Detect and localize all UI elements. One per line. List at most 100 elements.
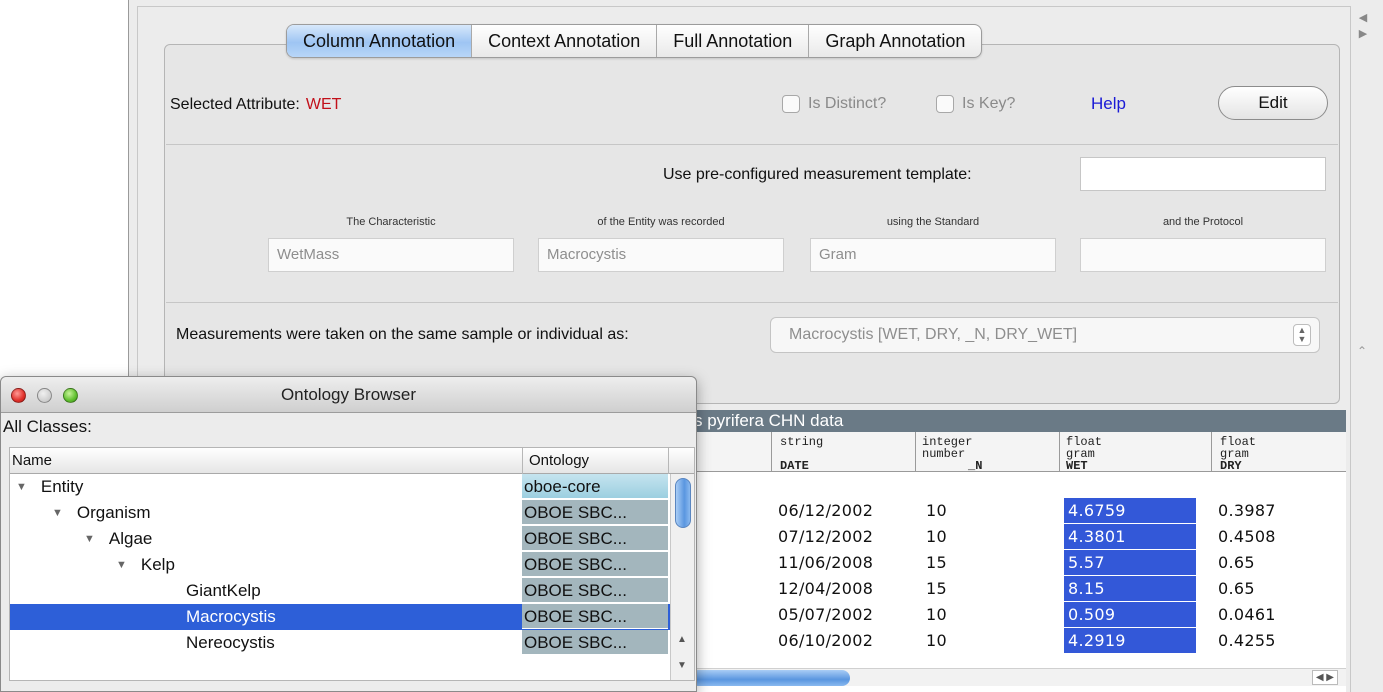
- tree-node-label: Algae: [108, 529, 153, 548]
- measurements-select[interactable]: Macrocystis [WET, DRY, _N, DRY_WET] ▲ ▼: [770, 317, 1320, 353]
- column-header-dry[interactable]: float gram DRY: [1212, 432, 1346, 472]
- tab-graph-annotation[interactable]: Graph Annotation: [809, 25, 981, 57]
- column-unit: number: [922, 447, 966, 461]
- dry-cell[interactable]: 0.65: [1218, 550, 1255, 575]
- wet-cell[interactable]: 4.6759: [1064, 498, 1196, 523]
- tab-context-annotation[interactable]: Context Annotation: [472, 25, 658, 57]
- scroll-thumb[interactable]: [690, 670, 850, 686]
- ontology-table-header: Name Ontology: [10, 448, 694, 474]
- tree-row-kelp[interactable]: ▼ Kelp OBOE SBC...: [10, 552, 670, 578]
- triangle-down-icon[interactable]: ▼: [116, 559, 127, 571]
- triangle-down-icon[interactable]: ▼: [16, 481, 27, 493]
- is-distinct-option[interactable]: Is Distinct?: [782, 95, 886, 113]
- name-column-header[interactable]: Name: [12, 452, 52, 469]
- data-table-horizontal-scrollbar[interactable]: ◀ ▶: [690, 668, 1346, 686]
- tree-row-nereocystis[interactable]: Nereocystis OBOE SBC...: [10, 630, 670, 656]
- table-row[interactable]: 11/06/2008 15 5.57 0.65: [690, 550, 1346, 575]
- table-row[interactable]: 05/07/2002 10 0.509 0.0461: [690, 602, 1346, 627]
- date-cell[interactable]: 12/04/2008: [778, 576, 873, 601]
- tab-column-annotation[interactable]: Column Annotation: [287, 25, 473, 57]
- is-distinct-checkbox[interactable]: [782, 95, 800, 113]
- ontology-cell: OBOE SBC...: [522, 578, 668, 603]
- n-cell[interactable]: 10: [926, 628, 947, 653]
- date-cell[interactable]: 06/10/2002: [778, 628, 873, 653]
- ontology-cell: OBOE SBC...: [522, 630, 668, 655]
- is-key-option[interactable]: Is Key?: [936, 95, 1015, 113]
- tree-node: ▼ Kelp: [116, 555, 175, 575]
- tree-node-label: Organism: [76, 503, 151, 522]
- column-header-date[interactable]: string DATE: [772, 432, 916, 472]
- ontology-vertical-scrollbar[interactable]: ▲ ▼: [670, 474, 694, 680]
- wet-cell[interactable]: 5.57: [1064, 550, 1196, 575]
- wet-cell[interactable]: 0.509: [1064, 602, 1196, 627]
- edit-button[interactable]: Edit: [1218, 86, 1328, 120]
- column-header-wet[interactable]: float gram WET: [1060, 432, 1212, 472]
- tab-full-annotation[interactable]: Full Annotation: [657, 25, 810, 57]
- tree-node-label: Macrocystis: [186, 607, 276, 626]
- ontology-class-table: Name Ontology ▼ Entity oboe-core ▼ Organis…: [9, 447, 695, 681]
- dry-cell[interactable]: 0.0461: [1218, 602, 1276, 627]
- n-cell[interactable]: 10: [926, 602, 947, 627]
- data-table-header: string DATE integer number _N float gram…: [690, 432, 1346, 472]
- table-row[interactable]: 06/12/2002 10 4.6759 0.3987: [690, 498, 1346, 523]
- ontology-browser-titlebar[interactable]: Ontology Browser: [1, 377, 696, 413]
- dry-cell[interactable]: 0.4508: [1218, 524, 1276, 549]
- tree-row-algae[interactable]: ▼ Algae OBOE SBC...: [10, 526, 670, 552]
- tree-node: ▼ Entity: [16, 477, 83, 497]
- annotation-tabs: Column Annotation Context Annotation Ful…: [286, 24, 983, 58]
- date-cell[interactable]: 07/12/2002: [778, 524, 873, 549]
- protocol-field[interactable]: [1080, 238, 1326, 272]
- standard-field[interactable]: Gram: [810, 238, 1056, 272]
- measurements-label: Measurements were taken on the same samp…: [176, 326, 629, 343]
- characteristic-caption: The Characteristic: [346, 216, 436, 228]
- ontology-browser-title: Ontology Browser: [280, 385, 417, 404]
- ontology-cell: OBOE SBC...: [522, 604, 668, 629]
- wet-cell[interactable]: 8.15: [1064, 576, 1196, 601]
- table-row[interactable]: 07/12/2002 10 4.3801 0.4508: [690, 524, 1346, 549]
- n-cell[interactable]: 15: [926, 550, 947, 575]
- window-scroll-arrows[interactable]: ◀ ▶: [1352, 10, 1374, 42]
- triangle-down-icon[interactable]: ▼: [84, 533, 95, 545]
- column-name: DATE: [780, 459, 809, 473]
- dry-cell[interactable]: 0.4255: [1218, 628, 1276, 653]
- help-link[interactable]: Help: [1091, 94, 1126, 114]
- tree-row-entity[interactable]: ▼ Entity oboe-core: [10, 474, 670, 500]
- n-cell[interactable]: 10: [926, 524, 947, 549]
- date-cell[interactable]: 11/06/2008: [778, 550, 873, 575]
- n-cell[interactable]: 10: [926, 498, 947, 523]
- wet-cell[interactable]: 4.2919: [1064, 628, 1196, 653]
- entity-caption: of the Entity was recorded: [597, 216, 725, 228]
- column-header-n[interactable]: integer number _N: [916, 432, 1060, 472]
- column-header[interactable]: [690, 432, 772, 472]
- resize-handle[interactable]: ⌃: [1357, 344, 1367, 358]
- scroll-thumb[interactable]: [675, 478, 691, 528]
- tree-node-label: Nereocystis: [186, 633, 275, 652]
- tree-node-label: GiantKelp: [186, 581, 261, 600]
- wet-cell[interactable]: 4.3801: [1064, 524, 1196, 549]
- is-key-checkbox[interactable]: [936, 95, 954, 113]
- ontology-column-header[interactable]: Ontology: [522, 448, 668, 474]
- table-row[interactable]: 06/10/2002 10 4.2919 0.4255: [690, 628, 1346, 653]
- tree-row-giantkelp[interactable]: GiantKelp OBOE SBC...: [10, 578, 670, 604]
- selected-attribute-caption: Selected Attribute:: [170, 96, 300, 113]
- data-table: string DATE integer number _N float gram…: [690, 432, 1346, 692]
- triangle-down-icon[interactable]: ▼: [52, 507, 63, 519]
- dry-cell[interactable]: 0.3987: [1218, 498, 1276, 523]
- tree-row-macrocystis[interactable]: Macrocystis OBOE SBC...: [10, 604, 670, 630]
- ontology-cell: OBOE SBC...: [522, 552, 668, 577]
- column-name: _N: [968, 459, 983, 473]
- arrow-up-icon[interactable]: ▲: [677, 634, 687, 645]
- characteristic-field[interactable]: WetMass: [268, 238, 514, 272]
- dry-cell[interactable]: 0.65: [1218, 576, 1255, 601]
- entity-field[interactable]: Macrocystis: [538, 238, 784, 272]
- scroll-arrows-icon[interactable]: ◀ ▶: [1311, 670, 1338, 685]
- selected-attribute-value: WET: [305, 96, 342, 113]
- n-cell[interactable]: 15: [926, 576, 947, 601]
- table-row[interactable]: 12/04/2008 15 8.15 0.65: [690, 576, 1346, 601]
- date-cell[interactable]: 06/12/2002: [778, 498, 873, 523]
- template-input[interactable]: [1080, 157, 1326, 191]
- arrow-down-icon[interactable]: ▼: [677, 660, 687, 671]
- tree-row-organism[interactable]: ▼ Organism OBOE SBC...: [10, 500, 670, 526]
- date-cell[interactable]: 05/07/2002: [778, 602, 873, 627]
- selected-attribute-label: Selected Attribute: WET: [170, 96, 341, 114]
